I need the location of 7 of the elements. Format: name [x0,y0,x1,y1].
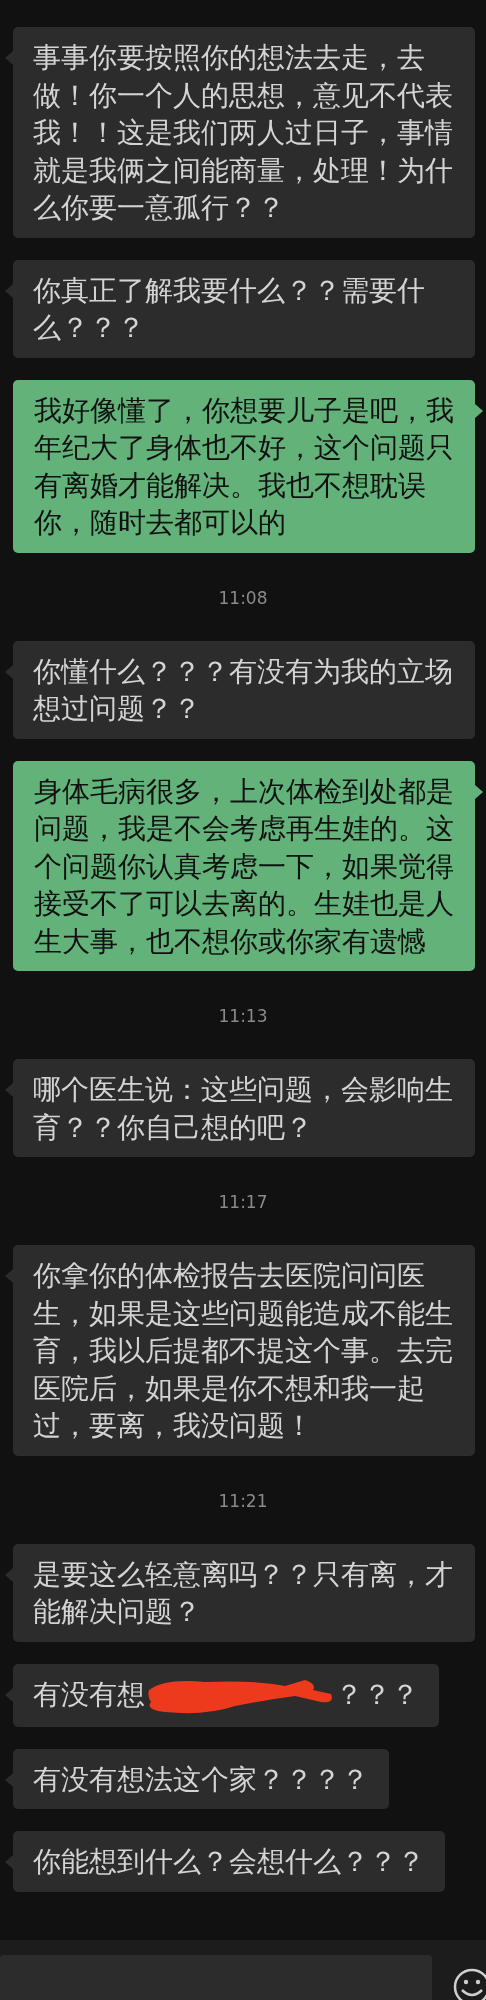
timestamp: 11:17 [218,1192,268,1212]
emoji-icon[interactable] [452,1967,486,2000]
timestamp: 11:21 [218,1490,268,1511]
timestamp: 11:13 [218,1006,268,1026]
bubble-tail [475,784,483,799]
timestamp: 11:08 [218,587,268,608]
bubble-tail [475,403,483,418]
